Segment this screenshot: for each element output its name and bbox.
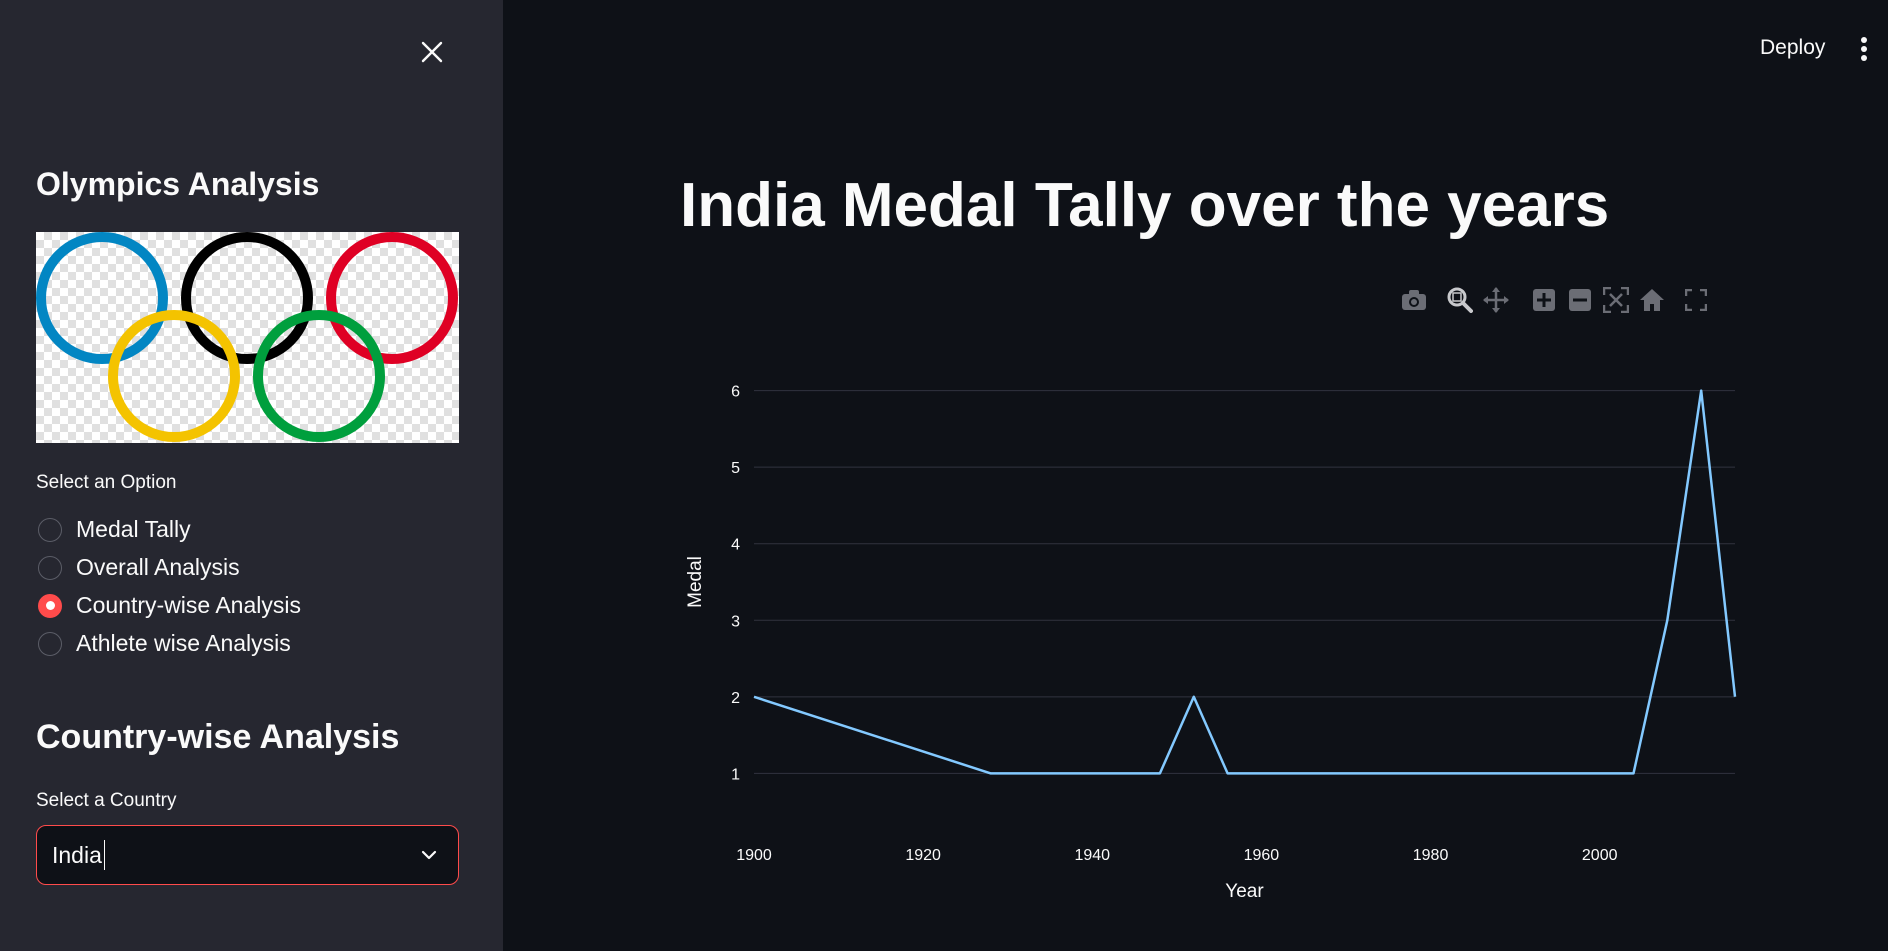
series-line-0 — [753, 389, 1737, 775]
data-point — [1157, 770, 1163, 776]
radio-label: Country-wise Analysis — [76, 592, 301, 618]
radio-label: Athlete wise Analysis — [76, 630, 291, 656]
x-tick-label: 1940 — [1074, 847, 1110, 864]
data-point — [751, 694, 757, 700]
section-title: Country-wise Analysis — [36, 718, 400, 756]
y-tick-label: 4 — [731, 537, 740, 554]
olympic-rings-icon — [36, 232, 458, 442]
radio-medal-tally[interactable]: Medal Tally — [38, 516, 191, 543]
medal-tally-chart[interactable]: 1 2 3 4 5 6 1900 1920 1940 1960 1980 2000 Year Medal — [680, 360, 1760, 920]
radio-circle[interactable] — [38, 631, 62, 656]
y-axis-label: Medal — [685, 556, 706, 608]
data-point — [1225, 770, 1231, 776]
radio-athlete-wise-analysis[interactable]: Athlete wise Analysis — [38, 630, 291, 657]
y-tick-label: 6 — [731, 384, 740, 401]
y-tick-label: 1 — [731, 766, 740, 783]
main-menu-button[interactable] — [1852, 34, 1876, 64]
data-point — [1631, 770, 1637, 776]
radio-circle[interactable] — [38, 555, 62, 580]
data-point — [1732, 694, 1738, 700]
x-tick-label: 1960 — [1244, 847, 1280, 864]
data-point — [1698, 388, 1704, 394]
y-tick-label: 3 — [731, 613, 740, 630]
y-tick-label: 2 — [731, 690, 740, 707]
x-tick-label: 1900 — [736, 847, 772, 864]
data-point — [1664, 617, 1670, 623]
chart-modebar — [1400, 286, 1740, 314]
y-tick-label: 5 — [731, 460, 740, 477]
autoscale-icon[interactable] — [1602, 286, 1630, 314]
close-icon — [421, 41, 443, 63]
x-tick-label: 2000 — [1582, 847, 1618, 864]
option-label: Select an Option — [36, 472, 177, 493]
medal-line-chart[interactable]: 1 2 3 4 5 6 1900 1920 1940 1960 1980 2000 Year Medal — [680, 360, 1760, 920]
olympic-rings-logo — [36, 232, 459, 443]
radio-overall-analysis[interactable]: Overall Analysis — [38, 554, 240, 581]
close-sidebar-button[interactable] — [416, 36, 448, 68]
zoom-in-icon[interactable] — [1530, 286, 1558, 314]
fullscreen-icon[interactable] — [1682, 286, 1710, 314]
x-axis-label: Year — [1225, 881, 1264, 902]
radio-country-wise-analysis[interactable]: Country-wise Analysis — [38, 592, 301, 619]
deploy-button[interactable]: Deploy — [1760, 36, 1825, 60]
zoom-icon[interactable] — [1446, 286, 1474, 314]
kebab-dot — [1861, 46, 1867, 52]
radio-label: Medal Tally — [76, 516, 191, 542]
sidebar-title: Olympics Analysis — [36, 166, 320, 202]
data-point — [988, 770, 994, 776]
text-caret — [103, 840, 106, 870]
x-tick-label: 1920 — [905, 847, 941, 864]
chevron-down-icon[interactable] — [418, 844, 440, 866]
sidebar: Olympics Analysis Select an Option Medal… — [0, 0, 503, 951]
country-select-label: Select a Country — [36, 790, 177, 811]
country-select-value[interactable]: India — [52, 842, 102, 869]
x-tick-label: 1980 — [1413, 847, 1449, 864]
kebab-dot — [1861, 37, 1867, 43]
radio-circle-selected[interactable] — [38, 593, 62, 618]
pan-icon[interactable] — [1482, 286, 1510, 314]
zoom-out-icon[interactable] — [1566, 286, 1594, 314]
radio-circle[interactable] — [38, 517, 62, 542]
kebab-dot — [1861, 55, 1867, 61]
camera-icon[interactable] — [1400, 286, 1428, 314]
page-title: India Medal Tally over the years — [680, 171, 1610, 240]
country-select[interactable]: India — [36, 825, 459, 885]
radio-label: Overall Analysis — [76, 554, 240, 580]
reset-axes-icon[interactable] — [1638, 286, 1666, 314]
data-point — [1191, 694, 1197, 700]
